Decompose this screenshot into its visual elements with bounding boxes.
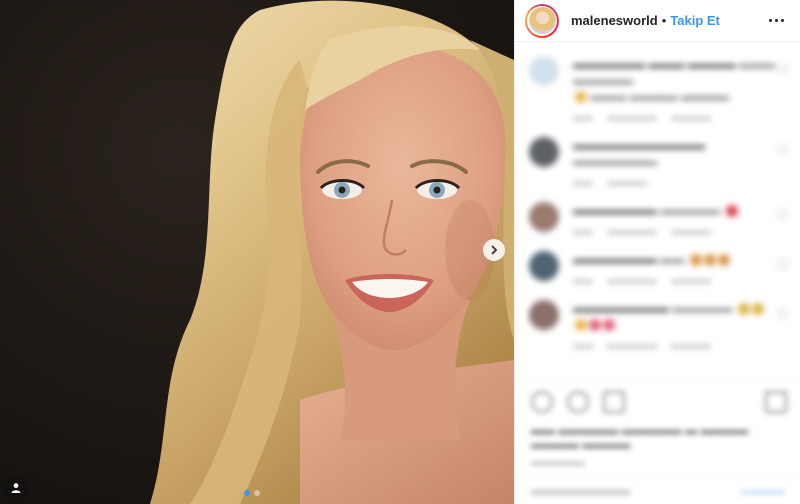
comment-item: ▬▬▬▬▬▬▬▬ ▬▬▬▬▬ ▬▬ ▬▬▬▬▬ ▬▬▬▬ xyxy=(515,286,800,351)
more-options-button[interactable] xyxy=(765,15,788,26)
post-footer: ▬▬ ▬▬▬▬▬ ▬▬▬▬▬ ▬ ▬▬▬▬ ▬▬▬▬ ▬▬▬▬ ▬▬▬▬▬▬ ▬… xyxy=(515,378,800,504)
comment-text: ▬▬▬▬▬▬▬▬ ▬▬▬▬▬ xyxy=(573,300,778,332)
more-options-dot xyxy=(775,19,778,22)
profile-avatar[interactable] xyxy=(525,3,559,38)
heart-icon[interactable] xyxy=(778,145,788,155)
post-header: malenesworld • Takip Et xyxy=(515,0,800,42)
comment-text: ▬▬▬▬▬▬ ▬▬▬ ▬▬▬▬ ▬▬▬ ▬▬▬▬▬ ▬▬▬ ▬▬▬▬ ▬▬▬▬ xyxy=(573,57,776,103)
share-icon[interactable] xyxy=(603,391,625,413)
comment-body: ▬▬▬▬▬▬▬ ▬▬▬▬▬ ▬▬ ▬▬▬▬▬ ▬▬▬▬ xyxy=(573,202,778,237)
action-bar xyxy=(515,379,800,413)
avatar-image xyxy=(528,7,556,34)
post-timestamp: ▬▬▬▬▬▬ xyxy=(531,457,585,467)
comment-body: ▬▬▬▬▬▬▬▬▬▬▬ ▬▬▬▬▬▬▬ ▬▬ ▬▬▬▬ xyxy=(573,137,778,188)
comment-meta: ▬▬ ▬▬▬▬▬ ▬▬▬▬ xyxy=(573,340,711,351)
comment-icon[interactable] xyxy=(567,391,589,413)
next-chevron-icon xyxy=(491,245,498,255)
comment-body: ▬▬▬▬▬▬▬ ▬▬ ▬▬ ▬▬▬▬▬ ▬▬▬▬ xyxy=(573,251,778,286)
follow-button[interactable]: Takip Et xyxy=(670,13,720,28)
comment-text: ▬▬▬▬▬▬▬ ▬▬▬▬▬ xyxy=(573,202,778,218)
heart-icon[interactable] xyxy=(778,308,788,318)
comment-meta: ▬▬ ▬▬▬▬▬ ▬▬▬▬ xyxy=(573,112,711,123)
user-tags-button[interactable] xyxy=(4,476,28,500)
carousel-dot xyxy=(254,490,260,496)
comment-body: ▬▬▬▬▬▬ ▬▬▬ ▬▬▬▬ ▬▬▬ ▬▬▬▬▬ ▬▬▬ ▬▬▬▬ ▬▬▬▬ … xyxy=(573,56,778,123)
comment-item: ▬▬▬▬▬▬ ▬▬▬ ▬▬▬▬ ▬▬▬ ▬▬▬▬▬ ▬▬▬ ▬▬▬▬ ▬▬▬▬ … xyxy=(515,42,800,123)
comment-list: ▬▬▬▬▬▬ ▬▬▬ ▬▬▬▬ ▬▬▬ ▬▬▬▬▬ ▬▬▬ ▬▬▬▬ ▬▬▬▬ … xyxy=(515,42,800,382)
comment-text: ▬▬▬▬▬▬▬ ▬▬ xyxy=(573,251,778,267)
heart-icon[interactable] xyxy=(778,64,788,74)
bookmark-icon[interactable] xyxy=(765,391,787,413)
avatar-border xyxy=(527,5,557,36)
post-media xyxy=(0,0,514,504)
likes-summary: ▬▬ ▬▬▬▬▬ ▬▬▬▬▬ ▬ ▬▬▬▬ ▬▬▬▬ ▬▬▬▬ xyxy=(531,423,749,451)
comment-avatar[interactable] xyxy=(529,300,559,330)
add-comment-field[interactable]: ▬▬▬▬▬▬▬▬▬ ▬▬▬▬ xyxy=(515,476,800,504)
comment-avatar[interactable] xyxy=(529,251,559,281)
post-comment-button[interactable]: ▬▬▬▬ xyxy=(741,485,785,497)
comment-avatar[interactable] xyxy=(529,202,559,232)
add-comment-placeholder: ▬▬▬▬▬▬▬▬▬ xyxy=(531,484,630,497)
post-side-panel: malenesworld • Takip Et ▬▬▬▬▬▬ ▬▬▬ ▬▬▬▬ … xyxy=(514,0,800,504)
carousel-dot xyxy=(244,490,250,496)
comment-item: ▬▬▬▬▬▬▬▬▬▬▬ ▬▬▬▬▬▬▬ ▬▬ ▬▬▬▬ xyxy=(515,123,800,188)
post-photo xyxy=(0,0,514,504)
comment-meta: ▬▬ ▬▬▬▬▬ ▬▬▬▬ xyxy=(573,226,711,237)
heart-icon[interactable] xyxy=(531,391,553,413)
header-separator: • xyxy=(661,13,667,28)
comment-item: ▬▬▬▬▬▬▬ ▬▬▬▬▬ ▬▬ ▬▬▬▬▬ ▬▬▬▬ xyxy=(515,188,800,237)
more-options-icon xyxy=(769,19,772,22)
heart-icon[interactable] xyxy=(778,210,788,220)
comment-meta: ▬▬ ▬▬▬▬ xyxy=(573,177,647,188)
comment-meta: ▬▬ ▬▬▬▬▬ ▬▬▬▬ xyxy=(573,275,711,286)
comment-body: ▬▬▬▬▬▬▬▬ ▬▬▬▬▬ ▬▬ ▬▬▬▬▬ ▬▬▬▬ xyxy=(573,300,778,351)
comment-avatar[interactable] xyxy=(529,56,559,86)
user-tag-icon xyxy=(11,483,21,493)
heart-icon[interactable] xyxy=(778,259,788,269)
username-link[interactable]: malenesworld xyxy=(571,13,658,28)
instagram-post: malenesworld • Takip Et ▬▬▬▬▬▬ ▬▬▬ ▬▬▬▬ … xyxy=(0,0,800,504)
carousel-next-button[interactable] xyxy=(483,239,505,261)
comment-avatar[interactable] xyxy=(529,137,559,167)
comment-item: ▬▬▬▬▬▬▬ ▬▬ ▬▬ ▬▬▬▬▬ ▬▬▬▬ xyxy=(515,237,800,286)
more-options-dot xyxy=(781,19,784,22)
carousel-indicator xyxy=(244,490,260,496)
comment-text: ▬▬▬▬▬▬▬▬▬▬▬ ▬▬▬▬▬▬▬ xyxy=(573,138,705,168)
